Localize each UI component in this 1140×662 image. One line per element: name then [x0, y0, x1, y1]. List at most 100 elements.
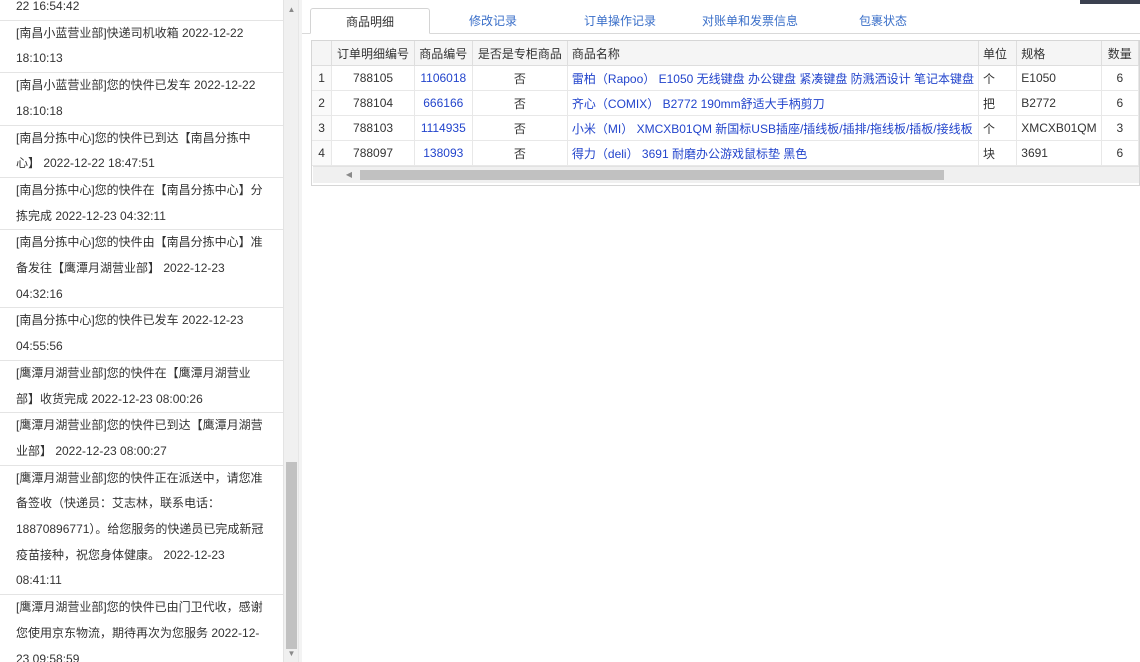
log-entry-line: 04:55:56 [16, 339, 63, 354]
column-header-quantity[interactable]: 数量 [1101, 41, 1139, 66]
unit-cell: 块 [978, 140, 1018, 166]
table-row[interactable]: 2 788104 666166 否齐心（COMIX） B2772 190mm舒适大手柄… [312, 90, 1139, 116]
log-entry: [鹰潭月湖营业部]您的快件已到达【鹰潭月湖营 业部】 2022-12-23 08:… [0, 413, 283, 466]
log-entry-line: [鹰潭月湖营业部]您的快件正在派送中，请您准 [16, 470, 263, 485]
quantity-cell: 6 [1101, 65, 1139, 91]
grid-horizontal-scrollbar[interactable]: ◀ [313, 166, 1139, 183]
quantity-cell: 3 [1101, 115, 1139, 141]
log-entry-line: 业部】 2022-12-23 08:00:27 [16, 443, 167, 458]
product-name-link[interactable]: 得力（deli） 3691 耐磨办公游戏鼠标垫 黑色 [567, 140, 980, 166]
log-scroll-thumb[interactable] [286, 462, 297, 649]
spec-cell: 3691 [1016, 140, 1102, 166]
log-entry-line: [南昌分拣中心]您的快件在【南昌分拣中心】分 [16, 182, 263, 197]
tab-order-operation-log[interactable]: 订单操作记录 [560, 8, 680, 34]
sku-link[interactable]: 138093 [414, 140, 473, 166]
log-entry-line: [南昌分拣中心]您的快件已到达【南昌分拣中 [16, 130, 251, 145]
log-entry-line: [南昌分拣中心]您的快件由【南昌分拣中心】准 [16, 235, 263, 250]
table-body: 1 788105 1106018 否雷柏（Rapoo） E1050 无线键盘 办公键盘… [312, 65, 1139, 166]
column-header-spec[interactable]: 规格 [1016, 41, 1102, 66]
unit-cell: 个 [978, 65, 1018, 91]
logistics-log-panel: 22 16:54:42 [南昌小蓝营业部]快递司机收箱 2022-12-22 18:… [0, 0, 298, 662]
log-entry: [鹰潭月湖营业部]您的快件正在派送中，请您准 备签收（快递员：艾志林，联系电话： 1… [0, 466, 283, 596]
column-header-unit[interactable]: 单位 [978, 41, 1018, 66]
column-header-sku[interactable]: 商品编号 [414, 41, 473, 66]
spec-cell: XMCXB01QM [1016, 115, 1102, 141]
log-entry: [南昌分拣中心]您的快件在【南昌分拣中心】分 拣完成 2022-12-23 04:… [0, 178, 283, 231]
quantity-cell: 6 [1101, 90, 1139, 116]
sku-link[interactable]: 1114935 [414, 115, 473, 141]
row-number-cell: 3 [312, 115, 333, 141]
log-entry: 22 16:54:42 [0, 0, 283, 21]
log-entry: [鹰潭月湖营业部]您的快件在【鹰潭月湖营业 部】收货完成 2022-12-23 0… [0, 361, 283, 414]
detail-tabs: 商品明细 修改记录 订单操作记录 对账单和发票信息 包裹状态 [302, 0, 1140, 34]
column-header-detail-id[interactable]: 订单明细编号 [331, 41, 415, 66]
log-entry-line: [鹰潭月湖营业部]您的快件已由门卫代收，感谢 [16, 600, 263, 615]
column-header-rownum [312, 41, 333, 66]
log-entry: [南昌分拣中心]您的快件由【南昌分拣中心】准 备发往【鹰潭月湖营业部】 2022-… [0, 230, 283, 309]
log-entry-line: 08:41:11 [16, 573, 62, 588]
log-entry: [南昌分拣中心]您的快件已发车 2022-12-23 04:55:56 [0, 308, 283, 361]
table-row[interactable]: 1 788105 1106018 否雷柏（Rapoo） E1050 无线键盘 办公键盘… [312, 65, 1139, 91]
tab-modification-log[interactable]: 修改记录 [438, 8, 548, 34]
scroll-left-arrow-icon[interactable]: ◀ [343, 168, 355, 182]
column-header-product-name[interactable]: 商品名称 [567, 41, 980, 66]
logistics-log-list: 22 16:54:42 [南昌小蓝营业部]快递司机收箱 2022-12-22 18:… [0, 0, 283, 662]
row-number-cell: 4 [312, 140, 333, 166]
tab-statement-invoice[interactable]: 对账单和发票信息 [682, 8, 818, 34]
row-number-cell: 2 [312, 90, 333, 116]
log-entry-line: 心】 2022-12-22 18:47:51 [16, 156, 155, 171]
log-entry: [南昌分拣中心]您的快件已到达【南昌分拣中 心】 2022-12-22 18:47… [0, 126, 283, 178]
detail-id-cell: 788104 [331, 90, 415, 116]
log-entry: [南昌小蓝营业部]您的快件已发车 2022-12-22 18:10:18 [0, 73, 283, 126]
log-entry: [南昌小蓝营业部]快递司机收箱 2022-12-22 18:10:13 [0, 21, 283, 74]
column-header-counter-item[interactable]: 是否是专柜商品 [472, 41, 568, 66]
quantity-cell: 6 [1101, 140, 1139, 166]
log-entry-line: 18:10:13 [16, 51, 63, 66]
log-entry-line: 疫苗接种，祝您身体健康。 2022-12-23 [16, 547, 225, 562]
order-detail-panel: 商品明细 修改记录 订单操作记录 对账单和发票信息 包裹状态 订单明细编号 商品… [302, 0, 1140, 662]
log-entry-line: 22 16:54:42 [16, 0, 80, 13]
product-name-link[interactable]: 齐心（COMIX） B2772 190mm舒适大手柄剪刀 [567, 90, 980, 116]
sku-link[interactable]: 1106018 [414, 65, 473, 91]
scroll-up-arrow-icon[interactable]: ▲ [284, 4, 298, 16]
log-entry-line: 18870896771）。给您服务的快递员已完成新冠 [16, 522, 264, 537]
log-entry-line: [南昌小蓝营业部]快递司机收箱 2022-12-22 [16, 25, 244, 40]
log-entry-line: [南昌分拣中心]您的快件已发车 2022-12-23 [16, 313, 244, 328]
log-entry-line: 拣完成 2022-12-23 04:32:11 [16, 208, 166, 223]
item-details-grid: 订单明细编号 商品编号 是否是专柜商品 商品名称 单位 规格 数量 1 78810… [311, 40, 1140, 186]
spec-cell: E1050 [1016, 65, 1102, 91]
row-number-cell: 1 [312, 65, 333, 91]
item-details-table: 订单明细编号 商品编号 是否是专柜商品 商品名称 单位 规格 数量 1 78810… [312, 41, 1139, 166]
log-entry-line: 部】收货完成 2022-12-23 08:00:26 [16, 391, 203, 406]
table-header-row: 订单明细编号 商品编号 是否是专柜商品 商品名称 单位 规格 数量 [312, 41, 1139, 66]
header-strip [1080, 0, 1140, 4]
log-vertical-scrollbar[interactable]: ▲ ▼ [283, 0, 298, 662]
tab-package-status[interactable]: 包裹状态 [828, 8, 938, 34]
detail-id-cell: 788097 [331, 140, 415, 166]
unit-cell: 把 [978, 90, 1018, 116]
scroll-down-arrow-icon[interactable]: ▼ [284, 648, 298, 660]
table-row[interactable]: 4 788097 138093 否得力（deli） 3691 耐磨办公游戏鼠标垫 黑色… [312, 140, 1139, 166]
log-entry-line: [南昌小蓝营业部]您的快件已发车 2022-12-22 [16, 78, 256, 93]
log-entry-line: [鹰潭月湖营业部]您的快件已到达【鹰潭月湖营 [16, 418, 263, 433]
detail-id-cell: 788103 [331, 115, 415, 141]
log-entry-line: 备发往【鹰潭月湖营业部】 2022-12-23 [16, 261, 225, 276]
product-name-link[interactable]: 小米（MI） XMCXB01QM 新国标USB插座/插线板/插排/拖线板/插板/… [567, 115, 980, 141]
log-entry-line: 23 09:58:59 [16, 651, 80, 662]
table-row[interactable]: 3 788103 1114935 否小米（MI） XMCXB01QM 新国标USB插座… [312, 115, 1139, 141]
counter-item-cell: 否 [472, 115, 568, 141]
log-entry-line: 18:10:18 [16, 103, 63, 118]
log-entry: [鹰潭月湖营业部]您的快件已由门卫代收，感谢 您使用京东物流，期待再次为您服务 2… [0, 595, 283, 662]
spec-cell: B2772 [1016, 90, 1102, 116]
tab-item-details[interactable]: 商品明细 [310, 8, 430, 34]
sku-link[interactable]: 666166 [414, 90, 473, 116]
detail-id-cell: 788105 [331, 65, 415, 91]
log-entry-line: 您使用京东物流，期待再次为您服务 2022-12- [16, 625, 260, 640]
log-entry-line: 备签收（快递员：艾志林，联系电话： [16, 496, 221, 511]
counter-item-cell: 否 [472, 65, 568, 91]
counter-item-cell: 否 [472, 140, 568, 166]
unit-cell: 个 [978, 115, 1018, 141]
log-entry-line: 04:32:16 [16, 286, 63, 301]
grid-scroll-thumb[interactable] [360, 170, 944, 180]
product-name-link[interactable]: 雷柏（Rapoo） E1050 无线键盘 办公键盘 紧凑键盘 防溅洒设计 笔记本… [567, 65, 980, 91]
